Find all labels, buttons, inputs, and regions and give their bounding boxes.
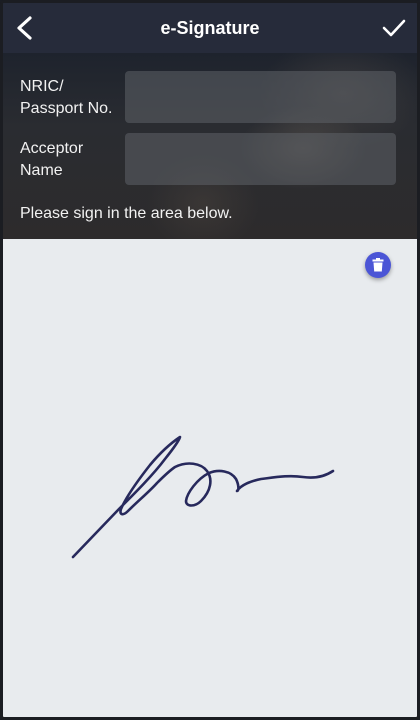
nric-passport-input[interactable] — [125, 71, 396, 123]
top-nav-bar: e-Signature — [3, 3, 417, 53]
acceptor-label: Acceptor Name — [20, 140, 84, 179]
sign-instruction: Please sign in the area below. — [20, 205, 233, 222]
page-title: e-Signature — [160, 17, 260, 38]
app-screen: e-Signature NRIC/ Passport No. Acceptor … — [0, 0, 420, 720]
trash-icon — [372, 258, 384, 272]
chevron-left-icon — [17, 16, 32, 40]
confirm-button[interactable] — [377, 11, 411, 45]
checkmark-icon — [382, 19, 406, 37]
signer-details-form: NRIC/ Passport No. Acceptor Name Please … — [3, 53, 417, 239]
signature-pad[interactable] — [3, 239, 417, 717]
acceptor-name-input[interactable] — [125, 133, 396, 185]
back-button[interactable] — [9, 11, 41, 45]
nric-label: NRIC/ Passport No. — [20, 78, 113, 117]
signature-stroke — [71, 435, 335, 559]
clear-signature-button[interactable] — [365, 252, 391, 278]
